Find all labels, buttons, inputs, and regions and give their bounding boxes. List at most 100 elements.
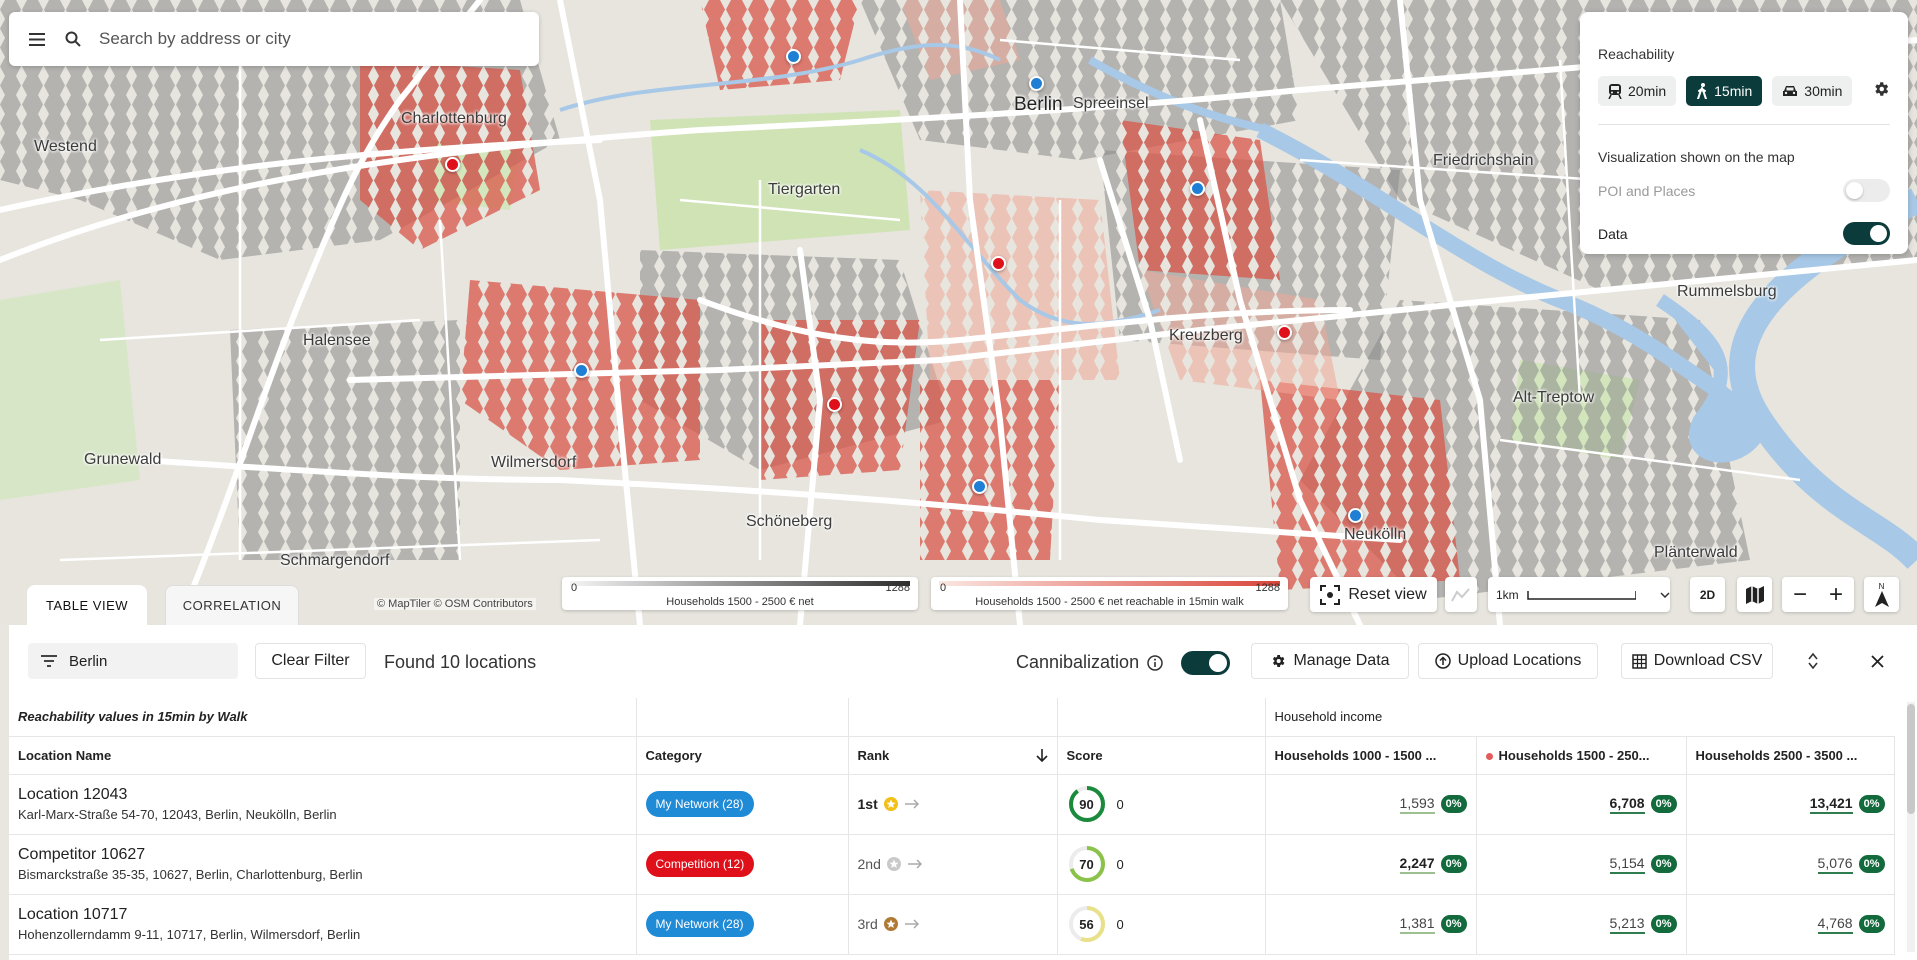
arrow-right-icon[interactable] xyxy=(904,919,920,929)
table-icon xyxy=(1632,653,1647,669)
manage-data-button[interactable]: Manage Data xyxy=(1251,643,1409,679)
map-label-schmargendorf: Schmargendorf xyxy=(280,552,390,569)
category-cell: My Network (28) xyxy=(636,774,849,835)
rank-header-label: Rank xyxy=(857,747,890,763)
reachability-mode-group: 20min 15min 30min xyxy=(1598,76,1853,106)
data-table-container: Reachability values in 15min by Walk Hou… xyxy=(9,698,1907,960)
scrollbar-thumb[interactable] xyxy=(1907,704,1915,814)
percent-badge: 0% xyxy=(1440,915,1467,933)
table-row[interactable]: Location 10717 Hohenzollerndamm 9-11, 10… xyxy=(9,894,1895,955)
score-cell: 70 0 xyxy=(1057,834,1266,895)
scale-selector[interactable]: 1km xyxy=(1488,577,1670,612)
hh3-value: 5,076 xyxy=(1817,855,1853,874)
filter-value: Berlin xyxy=(69,652,108,670)
column-header-hh1[interactable]: Households 1000 - 1500 ... xyxy=(1265,736,1477,775)
clear-filter-button[interactable]: Clear Filter xyxy=(255,643,366,679)
location-pin[interactable] xyxy=(574,363,589,378)
mode-walk-button[interactable]: 15min xyxy=(1686,76,1763,106)
arrow-right-icon[interactable] xyxy=(907,859,923,869)
poi-label: POI and Places xyxy=(1598,182,1696,199)
value-underline xyxy=(1809,811,1853,814)
reset-view-button[interactable]: Reset view xyxy=(1310,577,1437,612)
location-pin[interactable] xyxy=(972,479,987,494)
menu-button[interactable] xyxy=(9,12,65,66)
tab-table-view[interactable]: TABLE VIEW xyxy=(27,585,147,625)
2d-toggle-button[interactable]: 2D xyxy=(1690,577,1725,612)
mode-transit-button[interactable]: 20min xyxy=(1598,76,1677,106)
value-underline xyxy=(1399,871,1435,874)
measure-button[interactable] xyxy=(1445,577,1477,612)
map-style-button[interactable] xyxy=(1737,577,1772,612)
zoom-in-button[interactable]: + xyxy=(1818,581,1854,609)
column-header-location[interactable]: Location Name xyxy=(9,736,637,775)
table-header-row: Location Name Category Rank Score Househ… xyxy=(9,736,1895,775)
close-icon[interactable] xyxy=(1871,655,1884,668)
location-name[interactable]: Location 10717 xyxy=(18,906,627,924)
column-header-hh3[interactable]: Households 2500 - 3500 ... xyxy=(1686,736,1895,775)
hh1-cell: 1,381 0% xyxy=(1265,894,1477,955)
hamburger-icon xyxy=(29,32,45,46)
filter-input[interactable]: Berlin xyxy=(28,643,238,679)
info-icon[interactable] xyxy=(1147,654,1163,671)
location-pin[interactable] xyxy=(1190,181,1205,196)
hh2-cell: 6,708 0% xyxy=(1476,774,1687,835)
hh1-value: 2,247 xyxy=(1399,855,1435,874)
empty-header-cell xyxy=(1057,698,1266,737)
empty-header-cell xyxy=(636,698,849,737)
competitor-pin[interactable] xyxy=(445,157,460,172)
tab-correlation[interactable]: CORRELATION xyxy=(165,585,299,625)
hh3-value-text: 4,768 xyxy=(1817,914,1853,931)
search-input[interactable] xyxy=(99,29,519,49)
value-underline xyxy=(1609,811,1645,814)
expand-icon[interactable] xyxy=(1807,652,1819,670)
hh2-header-label: Households 1500 - 250... xyxy=(1498,747,1650,763)
location-name[interactable]: Location 12043 xyxy=(18,786,627,804)
competitor-pin[interactable] xyxy=(991,256,1006,271)
category-badge[interactable]: Competition (12) xyxy=(645,851,755,877)
competitor-pin[interactable] xyxy=(1277,325,1292,340)
competitor-pin[interactable] xyxy=(827,397,842,412)
score-value: 70 xyxy=(1079,856,1094,872)
medal-star-icon xyxy=(886,857,901,871)
mode-walk-label: 15min xyxy=(1714,83,1753,99)
category-badge[interactable]: My Network (28) xyxy=(645,911,754,937)
map-label-neukoelln: Neukölln xyxy=(1344,526,1407,543)
column-header-score[interactable]: Score xyxy=(1057,736,1266,775)
location-pin[interactable] xyxy=(1348,508,1363,523)
hh2-value-text: 5,213 xyxy=(1609,914,1645,931)
location-address: Bismarckstraße 35-35, 10627, Berlin, Cha… xyxy=(18,867,363,882)
upload-locations-button[interactable]: Upload Locations xyxy=(1418,643,1598,679)
data-toggle-row: Data xyxy=(1598,222,1890,245)
gear-icon[interactable] xyxy=(1872,80,1890,103)
location-pin[interactable] xyxy=(786,49,801,64)
table-row[interactable]: Competitor 10627 Bismarckstraße 35-35, 1… xyxy=(9,834,1895,895)
rank-cell: 2nd xyxy=(848,834,1058,895)
table-row[interactable]: Location 12043 Karl-Marx-Straße 54-70, 1… xyxy=(9,774,1895,835)
legend-caption: Households 1500 - 2500 € net reachable i… xyxy=(975,596,1244,608)
vertical-scrollbar[interactable] xyxy=(1907,702,1915,952)
location-pin[interactable] xyxy=(1029,76,1044,91)
arrow-right-icon[interactable] xyxy=(904,799,920,809)
location-cell[interactable]: Location 10717 Hohenzollerndamm 9-11, 10… xyxy=(9,894,637,955)
legend-households-reachable: 0 1288 Households 1500 - 2500 € net reac… xyxy=(931,577,1288,610)
location-name[interactable]: Competitor 10627 xyxy=(18,846,627,864)
data-toggle[interactable] xyxy=(1843,222,1890,245)
column-header-hh2[interactable]: Households 1500 - 250... xyxy=(1476,736,1687,775)
hh3-cell: 5,076 0% xyxy=(1686,834,1895,895)
map-label-friedrichshain: Friedrichshain xyxy=(1433,152,1534,169)
location-cell[interactable]: Competitor 10627 Bismarckstraße 35-35, 1… xyxy=(9,834,637,895)
location-cell[interactable]: Location 12043 Karl-Marx-Straße 54-70, 1… xyxy=(9,774,637,835)
sort-arrow-down-icon[interactable] xyxy=(1035,748,1048,762)
download-csv-button[interactable]: Download CSV xyxy=(1621,643,1773,679)
zoom-out-button[interactable]: − xyxy=(1782,581,1818,609)
mode-car-button[interactable]: 30min xyxy=(1772,76,1853,106)
poi-toggle[interactable] xyxy=(1843,179,1890,202)
column-header-rank[interactable]: Rank xyxy=(848,736,1058,775)
map-label-schoeneberg: Schöneberg xyxy=(746,513,833,530)
hh3-value-text: 13,421 xyxy=(1809,794,1853,811)
compass-button[interactable]: N xyxy=(1864,577,1899,612)
column-header-category[interactable]: Category xyxy=(636,736,849,775)
cannibalization-toggle[interactable] xyxy=(1181,651,1230,675)
scale-bar xyxy=(1526,590,1637,600)
category-badge[interactable]: My Network (28) xyxy=(645,791,754,817)
